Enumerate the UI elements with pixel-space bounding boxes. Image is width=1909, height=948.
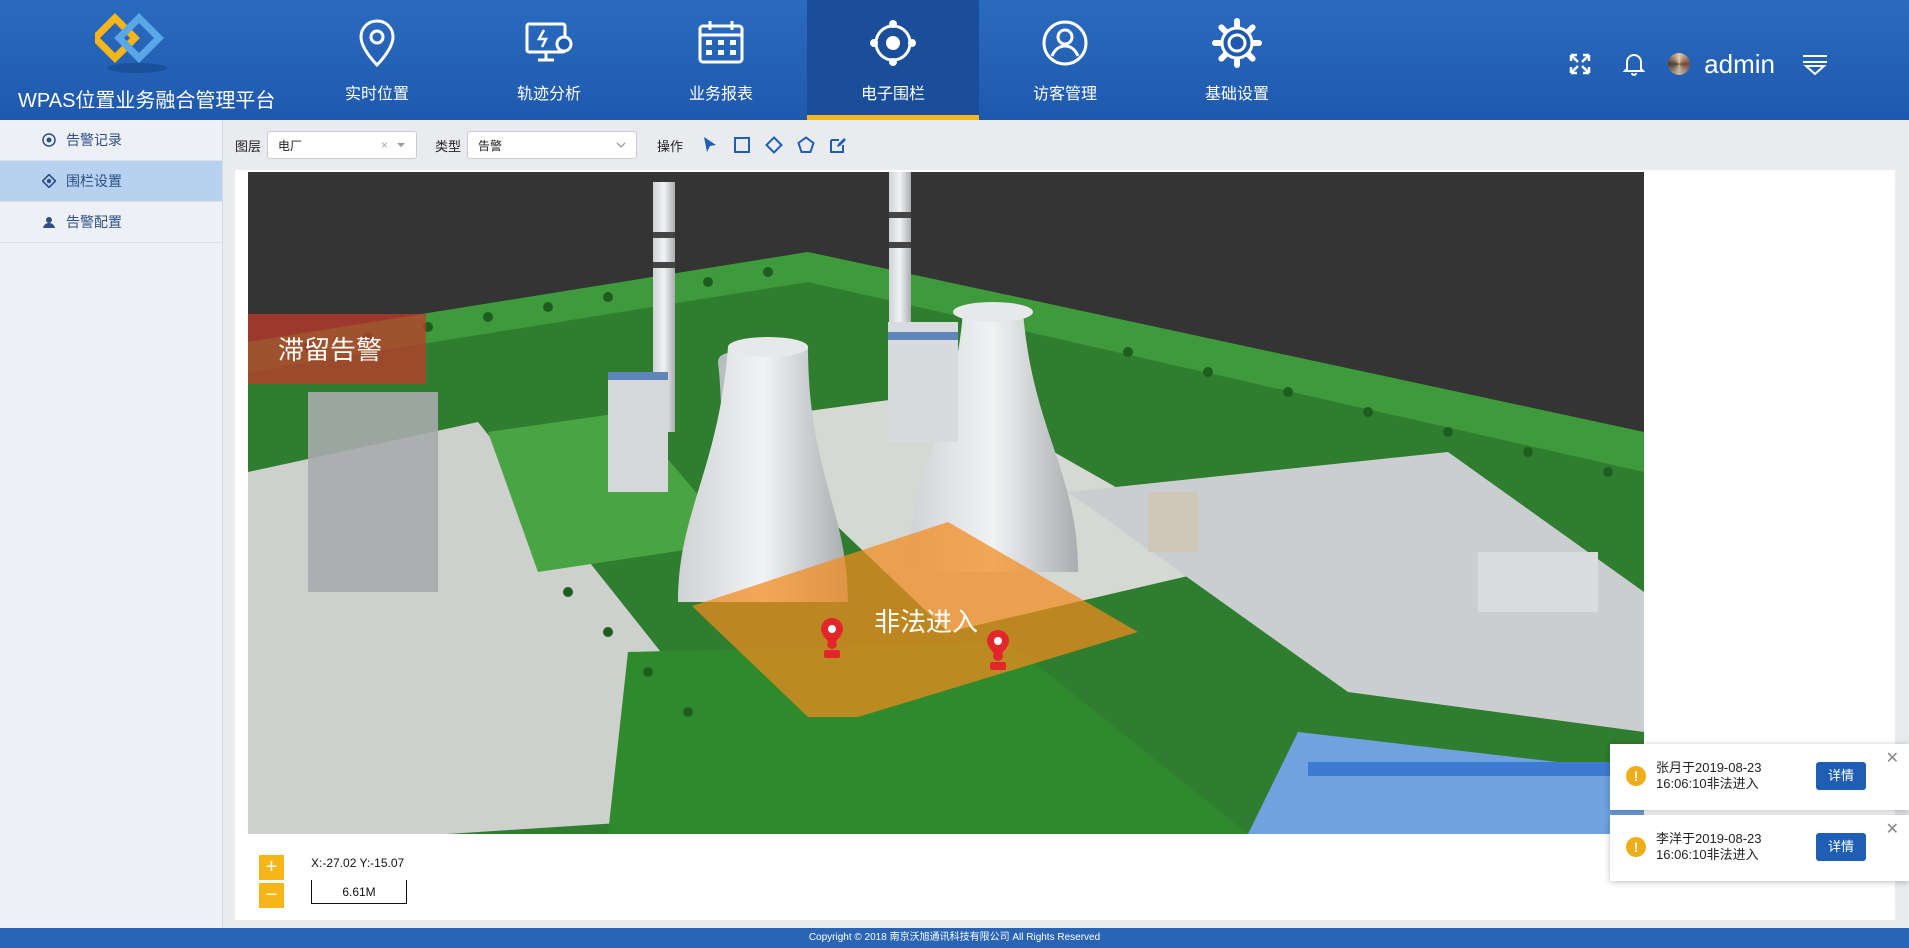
header-tools: admin — [1560, 44, 1849, 84]
map-canvas[interactable]: 滞留告警 非法进入 — [248, 172, 1644, 834]
notification-message: 李洋于2019-08-23 16:06:10非法进入 — [1656, 831, 1796, 863]
rectangle-tool-icon[interactable] — [731, 134, 753, 156]
close-icon[interactable]: ✕ — [1886, 748, 1899, 768]
nav-label: 基础设置 — [1204, 86, 1269, 103]
top-header: WPAS位置业务融合管理平台 实时位置 轨迹分析 业务报表 电子围栏 访客管理 … — [0, 0, 1909, 120]
edit-tool-icon[interactable] — [827, 134, 849, 156]
type-select[interactable]: 告警 — [467, 131, 638, 159]
nav-track-analysis[interactable]: 轨迹分析 — [463, 0, 635, 120]
warning-icon: ! — [1626, 766, 1646, 786]
sidebar-item-label: 告警记录 — [66, 132, 122, 148]
sidebar-item-alarm-config[interactable]: 告警配置 — [0, 202, 222, 243]
nav-visitor-management[interactable]: 访客管理 — [979, 0, 1151, 120]
notification-line: 16:06:10非法进入 — [1656, 847, 1759, 862]
layer-select[interactable]: 电厂 × — [267, 131, 418, 159]
close-icon[interactable]: ✕ — [1886, 819, 1899, 839]
details-button[interactable]: 详情 — [1816, 833, 1866, 861]
nav-electronic-fence[interactable]: 电子围栏 — [807, 0, 979, 120]
fullscreen-icon[interactable] — [1560, 44, 1600, 84]
nav-realtime-location[interactable]: 实时位置 — [291, 0, 463, 120]
diamond-tool-icon[interactable] — [763, 134, 785, 156]
notification-line: 李洋于2019-08-23 — [1656, 831, 1762, 846]
nav-label: 实时位置 — [344, 86, 409, 103]
logo-block: WPAS位置业务融合管理平台 — [0, 0, 290, 120]
logo-icon — [95, 13, 167, 73]
visitor-user-icon — [1042, 20, 1088, 66]
notification-line: 张月于2019-08-23 — [1656, 760, 1762, 775]
chevron-down-icon — [397, 143, 406, 147]
config-icon — [43, 217, 55, 228]
details-button[interactable]: 详情 — [1816, 762, 1866, 790]
alarm-notification: ! 李洋于2019-08-23 16:06:10非法进入 详情 ✕ — [1610, 815, 1909, 881]
zoom-out-button[interactable]: − — [259, 883, 284, 908]
sidebar: 告警记录 围栏设置 告警配置 — [0, 120, 223, 928]
coordinate-readout: X:-27.02 Y:-15.07 — [311, 856, 405, 870]
warning-icon: ! — [1626, 837, 1646, 857]
sidebar-item-label: 围栏设置 — [66, 173, 122, 189]
zone-stay-label: 滞留告警 — [278, 336, 382, 366]
type-select-value: 告警 — [478, 138, 503, 153]
plant-model-image: 滞留告警 非法进入 — [248, 172, 1644, 834]
nav-label: 业务报表 — [688, 86, 753, 103]
calendar-icon — [698, 21, 744, 64]
ops-label: 操作 — [657, 138, 684, 154]
record-icon — [42, 133, 56, 147]
nav-label: 访客管理 — [1032, 86, 1097, 103]
map-toolbar: 图层 电厂 × 类型 告警 操作 — [223, 120, 1909, 170]
bell-icon[interactable] — [1614, 44, 1654, 84]
type-label: 类型 — [435, 138, 462, 154]
nav-label: 轨迹分析 — [516, 86, 581, 103]
zoom-in-button[interactable]: + — [259, 855, 284, 880]
layer-label: 图层 — [235, 138, 262, 154]
map-pin-icon — [359, 19, 395, 68]
sidebar-item-alarm-records[interactable]: 告警记录 — [0, 120, 222, 161]
nav-business-report[interactable]: 业务报表 — [635, 0, 807, 120]
nav-label: 电子围栏 — [860, 86, 925, 103]
app-title: WPAS位置业务融合管理平台 — [18, 90, 276, 112]
main-nav: 实时位置 轨迹分析 业务报表 电子围栏 访客管理 基础设置 — [291, 0, 1323, 120]
notification-message: 张月于2019-08-23 16:06:10非法进入 — [1656, 760, 1796, 792]
polygon-tool-icon[interactable] — [795, 134, 817, 156]
gear-icon — [1212, 18, 1262, 68]
avatar[interactable] — [1668, 53, 1691, 75]
pointer-tool-icon[interactable] — [699, 134, 721, 156]
fence-icon — [42, 174, 56, 188]
chevron-down-icon — [616, 142, 626, 148]
zone-illegal-label: 非法进入 — [874, 608, 978, 638]
menu-dropdown-icon[interactable] — [1795, 44, 1835, 84]
sidebar-item-fence-settings[interactable]: 围栏设置 — [0, 161, 222, 202]
alarm-notification: ! 张月于2019-08-23 16:06:10非法进入 详情 ✕ — [1610, 744, 1909, 810]
sidebar-item-label: 告警配置 — [66, 214, 122, 230]
nav-basic-settings[interactable]: 基础设置 — [1151, 0, 1323, 120]
username[interactable]: admin — [1704, 49, 1775, 80]
fence-target-icon — [870, 20, 916, 66]
footer-copyright: Copyright © 2018 南京沃旭通讯科技有限公司 All Rights… — [0, 928, 1909, 948]
scale-bar: 6.61M — [311, 880, 407, 904]
clear-icon[interactable]: × — [381, 138, 388, 152]
layer-select-value: 电厂 — [278, 138, 303, 153]
monitor-track-icon — [525, 22, 573, 62]
notification-line: 16:06:10非法进入 — [1656, 776, 1759, 791]
